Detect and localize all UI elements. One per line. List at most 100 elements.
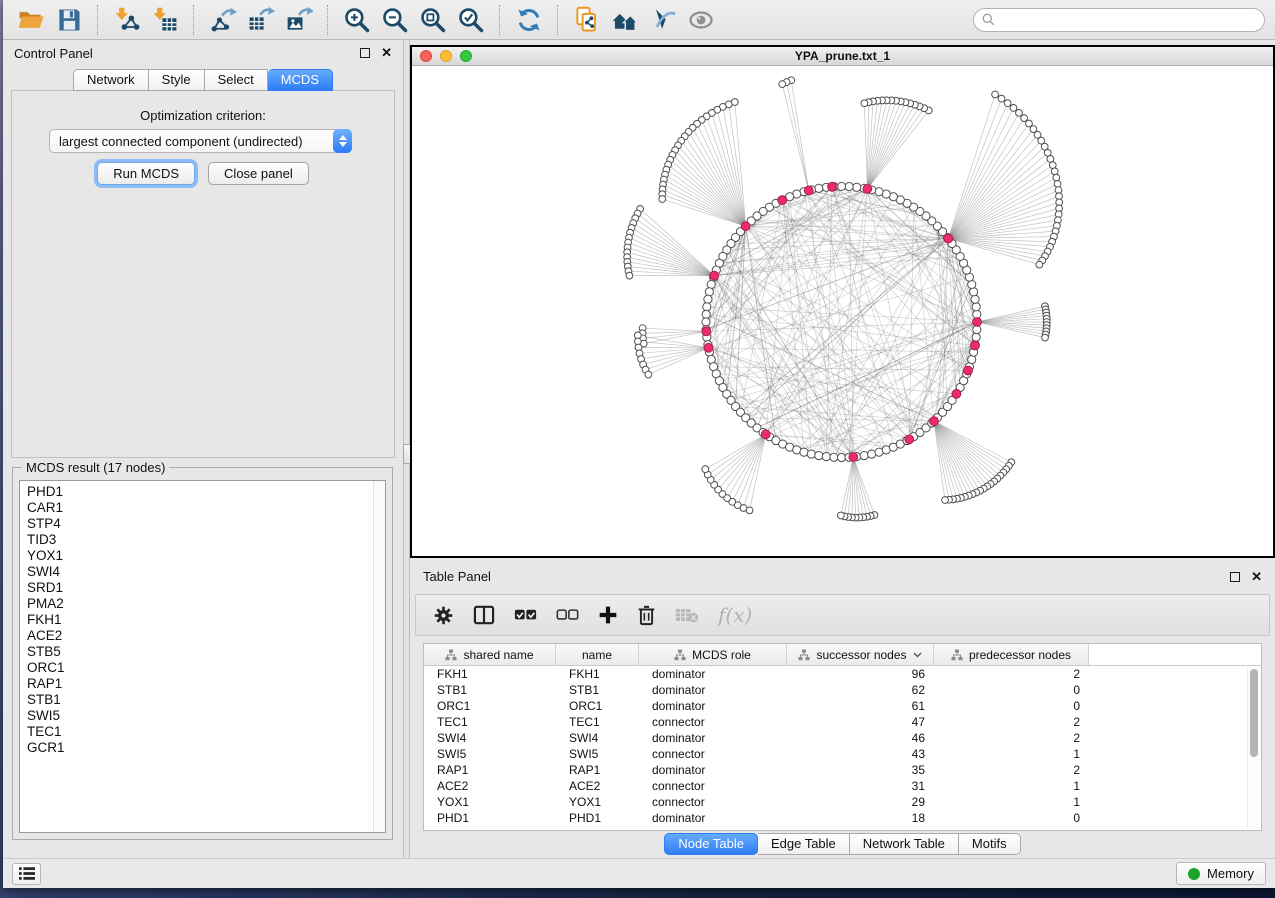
hide-annotations-button[interactable] (645, 4, 680, 36)
table-row[interactable]: SWI5SWI5connector431 (424, 746, 1261, 762)
import-network-button[interactable] (109, 4, 144, 36)
clone-network-button[interactable] (569, 4, 604, 36)
delete-table-button[interactable] (675, 606, 699, 624)
window-zoom-light[interactable] (460, 50, 472, 62)
list-item[interactable]: ORC1 (27, 660, 373, 676)
first-neighbors-button[interactable] (607, 4, 642, 36)
list-item[interactable]: SWI4 (27, 564, 373, 580)
scrollbar-thumb[interactable] (1250, 669, 1258, 757)
close-panel-icon[interactable]: ✕ (381, 48, 392, 58)
list-item[interactable]: SWI5 (27, 708, 373, 724)
table-row[interactable]: STB1STB1dominator620 (424, 682, 1261, 698)
table-toolbar: f(x) (415, 594, 1270, 636)
list-item[interactable]: RAP1 (27, 676, 373, 692)
cell-shared-name: STB1 (424, 682, 556, 698)
import-table-button[interactable] (147, 4, 182, 36)
list-item[interactable]: SRD1 (27, 580, 373, 596)
open-file-button[interactable] (13, 4, 48, 36)
float-table-panel-icon[interactable] (1230, 572, 1240, 582)
table-row[interactable]: TEC1TEC1connector472 (424, 714, 1261, 730)
export-network-button[interactable] (205, 4, 240, 36)
zoom-fit-button[interactable] (415, 4, 450, 36)
select-all-button[interactable] (514, 608, 537, 622)
table-row[interactable]: YOX1YOX1connector291 (424, 794, 1261, 810)
tab-select[interactable]: Select (205, 69, 268, 91)
list-item[interactable]: TID3 (27, 532, 373, 548)
criterion-select[interactable]: largest connected component (undirected) (49, 129, 352, 153)
table-row[interactable]: ACE2ACE2connector311 (424, 778, 1261, 794)
network-window-titlebar[interactable]: YPA_prune.txt_1 (412, 47, 1273, 66)
column-header-predecessor-nodes[interactable]: predecessor nodes (934, 644, 1089, 665)
tab-network[interactable]: Network (73, 69, 149, 91)
table-row[interactable]: PHD1PHD1dominator180 (424, 810, 1261, 826)
list-item[interactable]: STB5 (27, 644, 373, 660)
table-panel-title: Table Panel (423, 569, 491, 584)
column-header-successor-nodes[interactable]: successor nodes (787, 644, 934, 665)
clone-network-icon (573, 6, 601, 34)
function-builder-button[interactable]: f(x) (718, 603, 752, 627)
cell-name: YOX1 (556, 794, 639, 810)
export-table-button[interactable] (243, 4, 278, 36)
cell-name: RAP1 (556, 762, 639, 778)
plus-icon (598, 605, 618, 625)
tab-node-table[interactable]: Node Table (664, 833, 758, 855)
list-item[interactable]: PHD1 (27, 484, 373, 500)
panel-divider[interactable] (403, 40, 410, 858)
table-settings-button[interactable] (433, 605, 454, 626)
zoom-in-icon (343, 6, 371, 34)
tree-icon (951, 649, 963, 661)
table-row[interactable]: RAP1RAP1dominator352 (424, 762, 1261, 778)
column-header-name[interactable]: name (556, 644, 639, 665)
zoom-selected-button[interactable] (453, 4, 488, 36)
show-details-button[interactable] (683, 4, 718, 36)
deselect-all-button[interactable] (556, 608, 579, 622)
table-row[interactable]: SWI4SWI4dominator462 (424, 730, 1261, 746)
tab-network-table[interactable]: Network Table (850, 833, 959, 855)
list-item[interactable]: CAR1 (27, 500, 373, 516)
table-row[interactable]: FKH1FKH1dominator962 (424, 666, 1261, 682)
float-panel-icon[interactable] (360, 48, 370, 58)
zoom-selected-icon (457, 6, 485, 34)
list-scrollbar[interactable] (373, 481, 385, 832)
tab-style[interactable]: Style (149, 69, 205, 91)
zoom-out-button[interactable] (377, 4, 412, 36)
zoom-in-button[interactable] (339, 4, 374, 36)
table-row[interactable]: ORC1ORC1dominator610 (424, 698, 1261, 714)
tree-icon (798, 649, 810, 661)
list-item[interactable]: PMA2 (27, 596, 373, 612)
search-input[interactable] (1000, 12, 1256, 28)
close-panel-button[interactable]: Close panel (208, 162, 309, 185)
window-minimize-light[interactable] (440, 50, 452, 62)
delete-column-button[interactable] (637, 605, 656, 626)
list-item[interactable]: STB1 (27, 692, 373, 708)
list-item[interactable]: ACE2 (27, 628, 373, 644)
tab-mcds[interactable]: MCDS (268, 69, 333, 91)
export-image-button[interactable] (281, 4, 316, 36)
panel-layout-button[interactable] (473, 605, 495, 625)
table-scrollbar[interactable] (1247, 667, 1260, 829)
apply-layout-button[interactable] (511, 4, 546, 36)
open-folder-icon (17, 6, 45, 34)
list-item[interactable]: TEC1 (27, 724, 373, 740)
list-item[interactable]: FKH1 (27, 612, 373, 628)
column-header-shared-name[interactable]: shared name (424, 644, 556, 665)
window-close-light[interactable] (420, 50, 432, 62)
network-canvas[interactable] (412, 66, 1273, 555)
close-table-panel-icon[interactable]: ✕ (1251, 572, 1262, 582)
task-history-button[interactable] (12, 863, 41, 885)
memory-button[interactable]: Memory (1176, 862, 1266, 885)
list-item[interactable]: YOX1 (27, 548, 373, 564)
save-session-button[interactable] (51, 4, 86, 36)
list-item[interactable]: GCR1 (27, 740, 373, 756)
control-panel: Control Panel ✕ NetworkStyleSelectMCDS O… (3, 40, 403, 858)
tree-icon (445, 649, 457, 661)
list-item[interactable]: STP4 (27, 516, 373, 532)
cell-predecessor-nodes: 1 (934, 794, 1089, 810)
cell-MCDS-role: dominator (639, 682, 787, 698)
run-mcds-button[interactable]: Run MCDS (97, 162, 195, 185)
cell-successor-nodes: 29 (787, 794, 934, 810)
add-column-button[interactable] (598, 605, 618, 625)
column-header-MCDS-role[interactable]: MCDS role (639, 644, 787, 665)
tab-edge-table[interactable]: Edge Table (758, 833, 850, 855)
tab-motifs[interactable]: Motifs (959, 833, 1021, 855)
